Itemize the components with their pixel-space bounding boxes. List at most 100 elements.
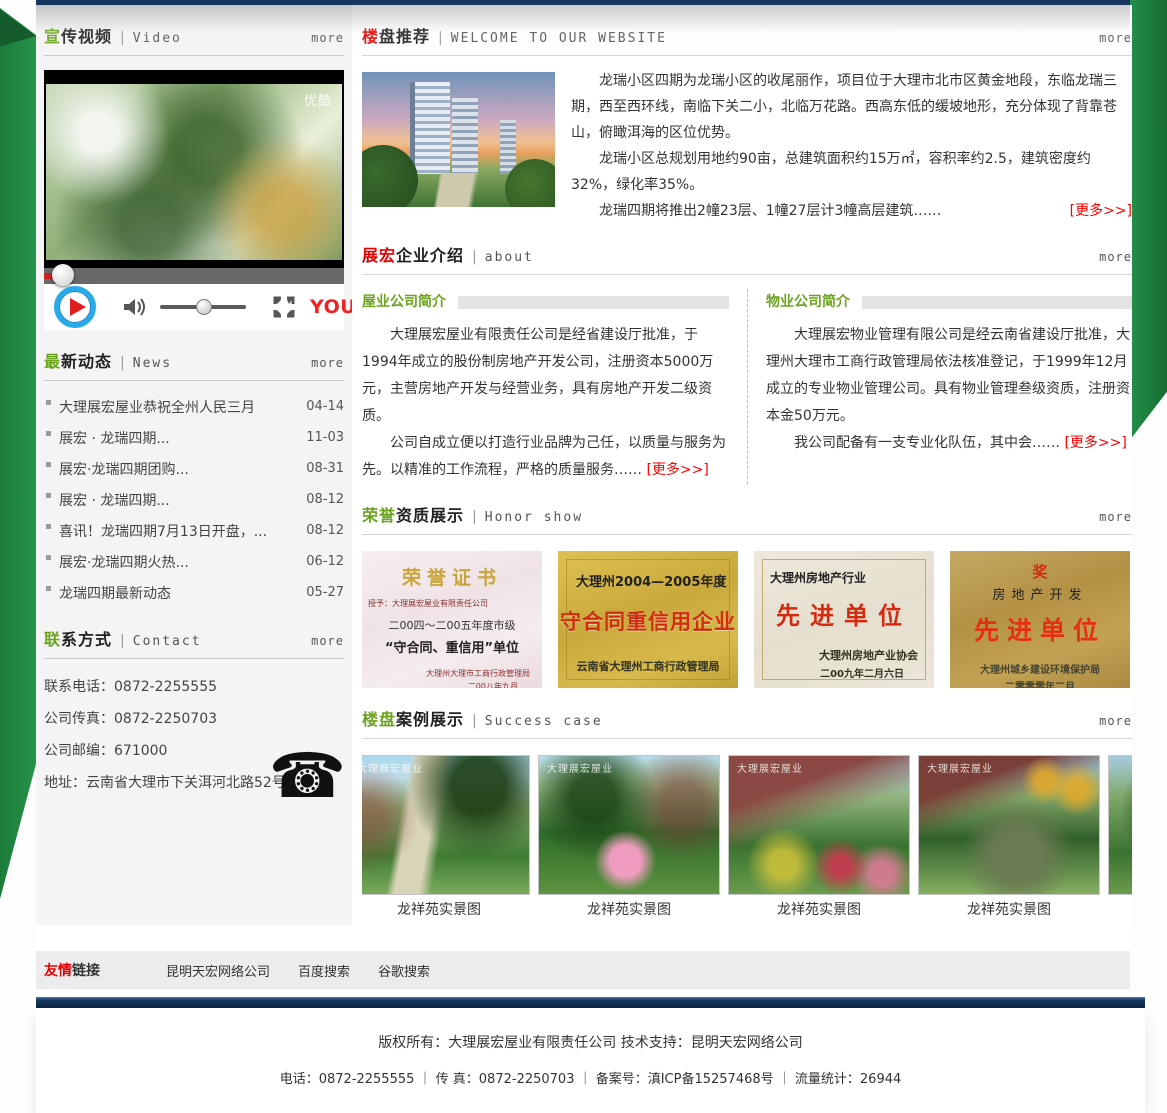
divider: |	[120, 30, 125, 46]
certificate-honor-paper[interactable]: 荣誉证书 授予：大理展宏屋业有限责任公司 二00四～二00五年度市级 “守合同、…	[362, 551, 542, 688]
news-item[interactable]: 展宏·龙瑞四期火热...06-12	[44, 546, 344, 577]
tower-shape	[500, 120, 516, 174]
cases-more-link[interactable]: more	[1099, 714, 1132, 728]
cases-title: 楼盘案例展示	[362, 706, 464, 730]
divider	[362, 55, 1132, 56]
case-photo[interactable]: 大理展宏屋业	[538, 755, 720, 895]
contact-title: 联系方式	[44, 626, 112, 650]
video-controls: YOUKU	[44, 284, 344, 330]
youku-watermark: 优酷	[304, 90, 332, 109]
volume-slider[interactable]	[160, 305, 246, 309]
heading-bar	[458, 296, 729, 309]
case-photo[interactable]: 大理展宏屋业	[728, 755, 910, 895]
friend-link[interactable]: 谷歌搜索	[378, 961, 430, 980]
bullet-icon	[46, 524, 51, 529]
bullet-icon	[46, 586, 51, 591]
case-caption: 龙祥苑实景图	[918, 895, 1100, 925]
case-item[interactable]: 大理展宏屋业 龙祥苑实景图	[918, 755, 1100, 925]
volume-slider-knob[interactable]	[196, 299, 212, 315]
photo-watermark: 大理展宏屋业	[737, 760, 803, 775]
about-more-link[interactable]: more	[1099, 250, 1132, 264]
news-more-link[interactable]: more	[311, 356, 344, 370]
bullet-icon	[46, 493, 51, 498]
realty-more-red-link[interactable]: [更多>>]	[646, 462, 708, 478]
news-item[interactable]: 展宏·龙瑞四期团购...08-31	[44, 453, 344, 484]
certificate-contract-credit[interactable]: 大理州2004—2005年度 守合同重信用企业 云南省大理州工商行政管理局	[558, 551, 738, 688]
case-item[interactable]: 大理展宏屋业 龙祥苑实景图	[538, 755, 720, 925]
news-item[interactable]: 喜讯！龙瑞四期7月13日开盘，...08-12	[44, 515, 344, 546]
news-list: 大理展宏屋业恭祝全州人民三月04-14 展宏 · 龙瑞四期...11-03 展宏…	[44, 391, 344, 608]
contact-section-header: 联系方式 | Contact more	[44, 626, 344, 652]
recommend-more-link[interactable]: more	[1099, 31, 1132, 45]
case-photo[interactable]: 大理展宏屋业	[362, 755, 530, 895]
fullscreen-icon[interactable]	[272, 295, 296, 319]
case-item[interactable]: 大理展宏屋业 龙祥苑实景图	[728, 755, 910, 925]
contact-phone: 联系电话：0872-2255555	[44, 671, 344, 703]
footer-info-line: 电话：0872-2255555 ｜ 传 真：0872-2250703 ｜ 备案号…	[36, 1068, 1145, 1087]
heading-bar	[862, 296, 1132, 309]
about-title: 展宏企业介绍	[362, 242, 464, 266]
about-columns: 屋业公司简介 大理展宏屋业有限责任公司是经省建设厅批准，于1994年成立的股份制…	[362, 289, 1132, 484]
divider: |	[472, 713, 477, 729]
news-item[interactable]: 大理展宏屋业恭祝全州人民三月04-14	[44, 391, 344, 422]
page-container: 宣传视频 | Video more 优酷	[36, 5, 1130, 1113]
divider	[362, 274, 1132, 275]
bullet-icon	[46, 462, 51, 467]
case-item[interactable]: 大理展宏屋业 龙祥苑实景图	[362, 755, 530, 925]
property-more-red-link[interactable]: [更多>>]	[1064, 435, 1126, 451]
news-item[interactable]: 展宏 · 龙瑞四期...08-12	[44, 484, 344, 515]
left-green-ribbon	[0, 8, 36, 908]
contact-info: 联系电话：0872-2255555 公司传真：0872-2250703 公司邮编…	[44, 671, 344, 809]
recommend-more-red-link[interactable]: [更多>>]	[1070, 198, 1132, 224]
tower-shape	[410, 82, 450, 174]
right-green-ribbon	[1130, 0, 1167, 440]
divider: |	[120, 633, 125, 649]
volume-icon[interactable]	[122, 296, 148, 318]
honor-more-link[interactable]: more	[1099, 510, 1132, 524]
video-more-link[interactable]: more	[311, 31, 344, 45]
recommend-title: 楼盘推荐	[362, 23, 430, 47]
video-frame: 优酷	[44, 70, 344, 284]
contact-fax: 公司传真：0872-2250703	[44, 703, 344, 735]
case-photo[interactable]: 大理展宏屋业	[918, 755, 1100, 895]
contact-more-link[interactable]: more	[311, 634, 344, 648]
realty-intro-heading: 屋业公司简介	[362, 289, 446, 316]
divider	[362, 738, 1132, 739]
divider	[44, 658, 344, 659]
path-shape	[422, 173, 502, 207]
telephone-icon: ☎	[269, 745, 346, 807]
divider	[362, 534, 1132, 535]
recommend-title-en: WELCOME TO OUR WEBSITE	[451, 31, 667, 46]
progress-knob[interactable]	[52, 264, 74, 286]
property-intro-paragraph-2: 我公司配备有一支专业化队伍，其中会…… [更多>>]	[766, 430, 1132, 457]
news-section-header: 最新动态 | News more	[44, 348, 344, 374]
bullet-icon	[46, 431, 51, 436]
case-item[interactable]: 龙祥苑实景图	[1108, 755, 1132, 925]
sidebar: 宣传视频 | Video more 优酷	[36, 5, 352, 925]
video-player[interactable]: 优酷	[44, 70, 344, 330]
realty-intro-paragraph-2: 公司自成立便以打造行业品牌为己任，以质量与服务为先。以精准的工作流程，严格的质量…	[362, 430, 729, 484]
photo-watermark: 大理展宏屋业	[927, 760, 993, 775]
news-item[interactable]: 展宏 · 龙瑞四期...11-03	[44, 422, 344, 453]
video-thumbnail[interactable]: 优酷	[46, 84, 342, 260]
video-title-en: Video	[133, 31, 182, 46]
case-caption: 龙祥苑实景图	[538, 895, 720, 925]
play-button[interactable]	[54, 286, 96, 328]
video-progress-bar[interactable]	[44, 268, 344, 284]
case-caption: 龙祥苑实景图	[728, 895, 910, 925]
case-photos-row: 大理展宏屋业 龙祥苑实景图 大理展宏屋业 龙祥苑实景图 大理展宏屋业 龙祥苑实景…	[362, 755, 1132, 925]
copyright-line: 版权所有：大理展宏屋业有限责任公司 技术支持：昆明天宏网络公司	[36, 1032, 1145, 1052]
recommend-section-header: 楼盘推荐 | WELCOME TO OUR WEBSITE more	[362, 23, 1132, 49]
friend-link[interactable]: 百度搜索	[298, 961, 350, 980]
case-photo[interactable]	[1108, 755, 1132, 895]
certificate-advanced-unit-white[interactable]: 大理州房地产行业 先进单位 大理州房地产业协会 二00九年二月六日	[754, 551, 934, 688]
news-item[interactable]: 龙瑞四期最新动态05-27	[44, 577, 344, 608]
certificate-advanced-unit-gold[interactable]: 奖 房地产开发 先进单位 大理州城乡建设环境保护局 二零零零年二月	[950, 551, 1130, 688]
bullet-icon	[46, 555, 51, 560]
friend-link[interactable]: 昆明天宏网络公司	[166, 961, 270, 980]
about-title-en: about	[485, 250, 534, 265]
photo-watermark: 大理展宏屋业	[362, 760, 423, 775]
recommend-paragraph-3: 龙瑞四期将推出2幢23层、1幢27层计3幢高层建筑……	[571, 198, 941, 224]
building-render-image[interactable]	[362, 72, 555, 207]
divider	[44, 55, 344, 56]
